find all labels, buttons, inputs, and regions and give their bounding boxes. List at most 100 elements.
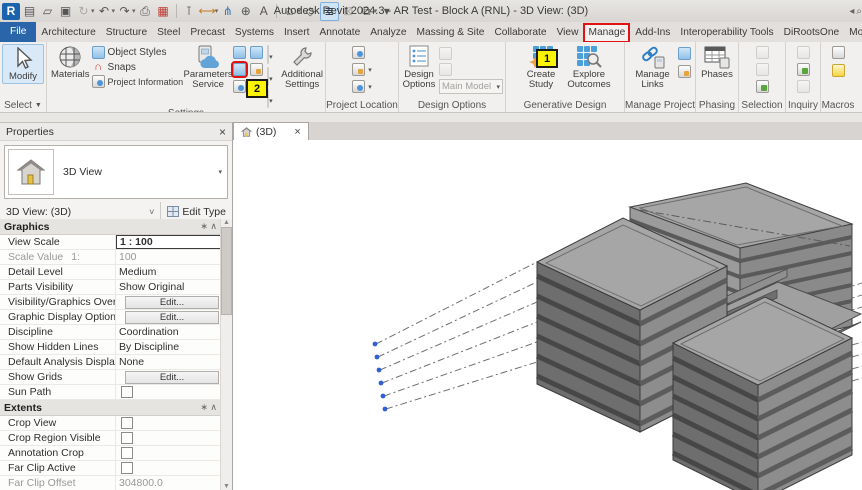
phases-button[interactable]: Phases [698, 44, 736, 80]
snaps-button[interactable]: ∩ Snaps [92, 61, 184, 73]
project-information-button[interactable]: Project Information [92, 75, 184, 88]
checkbox[interactable] [121, 417, 133, 429]
tab-add-ins[interactable]: Add-Ins [631, 24, 674, 42]
tab-collaborate[interactable]: Collaborate [490, 24, 550, 42]
type-selector[interactable]: 3D View ▾ [4, 145, 228, 199]
collapse-arrow-icon[interactable]: ◂ [849, 6, 854, 17]
open-icon[interactable]: ▱ [39, 3, 56, 20]
parameters-service-button[interactable]: Parameters Service [185, 44, 231, 90]
section-collapse-icon[interactable]: ∗ ∧ [200, 402, 217, 413]
coordinates-button[interactable]: ▾ [352, 63, 372, 76]
tab-dirootsone[interactable]: DiRootsOne [780, 24, 844, 42]
checkbox[interactable] [121, 462, 133, 474]
revit-logo[interactable]: R [2, 3, 20, 20]
transfer-icon[interactable]: ▦ [155, 3, 172, 20]
scroll-up-icon[interactable]: ▲ [223, 219, 230, 226]
property-value[interactable]: By Discipline [115, 340, 221, 354]
switch-windows-icon[interactable]: ⧉ [358, 3, 375, 20]
tab-interoperability-tools[interactable]: Interoperability Tools [676, 24, 777, 42]
global-parameters-icon[interactable] [250, 46, 263, 59]
select-by-id-icon[interactable] [797, 63, 810, 76]
design-options-button[interactable]: Design Options [401, 44, 437, 90]
property-value[interactable] [115, 461, 221, 475]
position-button[interactable]: ▾ [352, 80, 372, 93]
checkbox[interactable] [121, 432, 133, 444]
macro-security-icon[interactable] [832, 64, 845, 77]
infocenter-cropped[interactable]: ◂ ⌕ [849, 6, 862, 17]
edit-selection-icon[interactable] [756, 80, 769, 93]
active-design-option-select[interactable]: Main Model▾ [439, 79, 503, 94]
tab-modify[interactable]: Modify [845, 24, 862, 42]
caret-down-icon[interactable]: ▾ [215, 7, 219, 15]
tab-manage[interactable]: Manage [584, 24, 629, 42]
property-value[interactable]: Show Original [115, 280, 221, 294]
property-value[interactable]: Coordination [115, 325, 221, 339]
caret-down-icon[interactable]: ▾ [218, 168, 222, 176]
tab-analyze[interactable]: Analyze [366, 24, 410, 42]
shared-parameters-icon[interactable] [233, 63, 246, 76]
property-value[interactable]: Edit... [115, 310, 221, 324]
property-value[interactable]: 1 : 100 [115, 235, 221, 249]
scrollbar-thumb[interactable] [221, 227, 232, 315]
tab-annotate[interactable]: Annotate [315, 24, 364, 42]
mep-settings-button[interactable]: ▾ [267, 68, 279, 86]
panel-label-select[interactable]: Select▼ [0, 98, 46, 112]
drawing-area[interactable] [233, 140, 862, 490]
save-icon[interactable]: ▣ [57, 3, 74, 20]
redo-icon[interactable]: ↷ [116, 3, 133, 20]
structural-settings-button[interactable]: ▾ [267, 46, 279, 64]
materials-button[interactable]: Materials [51, 44, 90, 80]
section-icon[interactable]: ◇ [302, 3, 319, 20]
additional-settings-button[interactable]: Additional Settings [281, 44, 323, 90]
property-value[interactable]: Edit... [115, 295, 221, 309]
tab-view[interactable]: View [553, 24, 583, 42]
ref-plane-icon[interactable]: ⊕ [237, 3, 254, 20]
property-value[interactable] [115, 446, 221, 460]
scroll-down-icon[interactable]: ▼ [223, 483, 230, 490]
tab-architecture[interactable]: Architecture [37, 24, 99, 42]
tab-file[interactable]: File [0, 22, 36, 42]
project-parameters-icon[interactable] [233, 46, 246, 59]
aligned-dimension-icon[interactable]: ⟷ [199, 3, 216, 20]
tab-massing-site[interactable]: Massing & Site [413, 24, 489, 42]
location-button[interactable] [352, 46, 372, 59]
value-input[interactable]: 1 : 100 [116, 235, 221, 249]
object-styles-button[interactable]: Object Styles [92, 46, 184, 59]
qat-customize-icon[interactable]: ▾ [378, 3, 395, 20]
property-value[interactable]: None [115, 355, 221, 369]
close-view-icon[interactable]: × [294, 126, 300, 138]
print-icon[interactable]: ⎙ [137, 3, 154, 20]
text-icon[interactable]: A [255, 3, 272, 20]
undo-icon[interactable]: ↶ [96, 3, 113, 20]
section-header-extents[interactable]: Extents∗ ∧ [0, 400, 221, 416]
edit-button[interactable]: Edit... [125, 296, 219, 309]
location-weather-icon[interactable] [233, 80, 246, 93]
sync-with-central-icon[interactable]: ↻ [75, 3, 92, 20]
property-value[interactable] [115, 385, 221, 399]
manage-images-icon[interactable] [678, 47, 691, 60]
edit-button[interactable]: Edit... [125, 371, 219, 384]
section-collapse-icon[interactable]: ∗ ∧ [200, 221, 217, 232]
decal-types-icon[interactable] [678, 65, 691, 78]
caret-down-icon[interactable]: ▾ [297, 7, 301, 15]
transfer-project-standards-icon[interactable] [250, 63, 263, 76]
modify-button[interactable]: Modify [2, 44, 44, 84]
property-value[interactable] [115, 416, 221, 430]
tab-structure[interactable]: Structure [102, 24, 151, 42]
property-value[interactable]: 100 [115, 250, 221, 264]
checkbox[interactable] [121, 386, 133, 398]
tag-icon[interactable]: ⋔ [219, 3, 236, 20]
caret-down-icon[interactable]: ˅ [143, 207, 160, 217]
default-3d-view-icon[interactable]: ⌂ [281, 3, 298, 20]
section-header-graphics[interactable]: Graphics∗ ∧ [0, 219, 221, 235]
caret-down-icon[interactable]: ▾ [132, 7, 136, 15]
caret-down-icon[interactable]: ▾ [91, 7, 95, 15]
measure-icon[interactable]: ⊺ [181, 3, 198, 20]
explore-outcomes-button[interactable]: Explore Outcomes [566, 44, 612, 90]
property-value[interactable]: 304800.0 [115, 476, 221, 490]
edit-button[interactable]: Edit... [125, 311, 219, 324]
view-tab-3d[interactable]: (3D) × [233, 122, 309, 140]
level-markers[interactable] [373, 342, 388, 412]
caret-down-icon[interactable]: ▾ [112, 7, 116, 15]
properties-scrollbar[interactable]: ▲ ▼ [220, 219, 232, 490]
